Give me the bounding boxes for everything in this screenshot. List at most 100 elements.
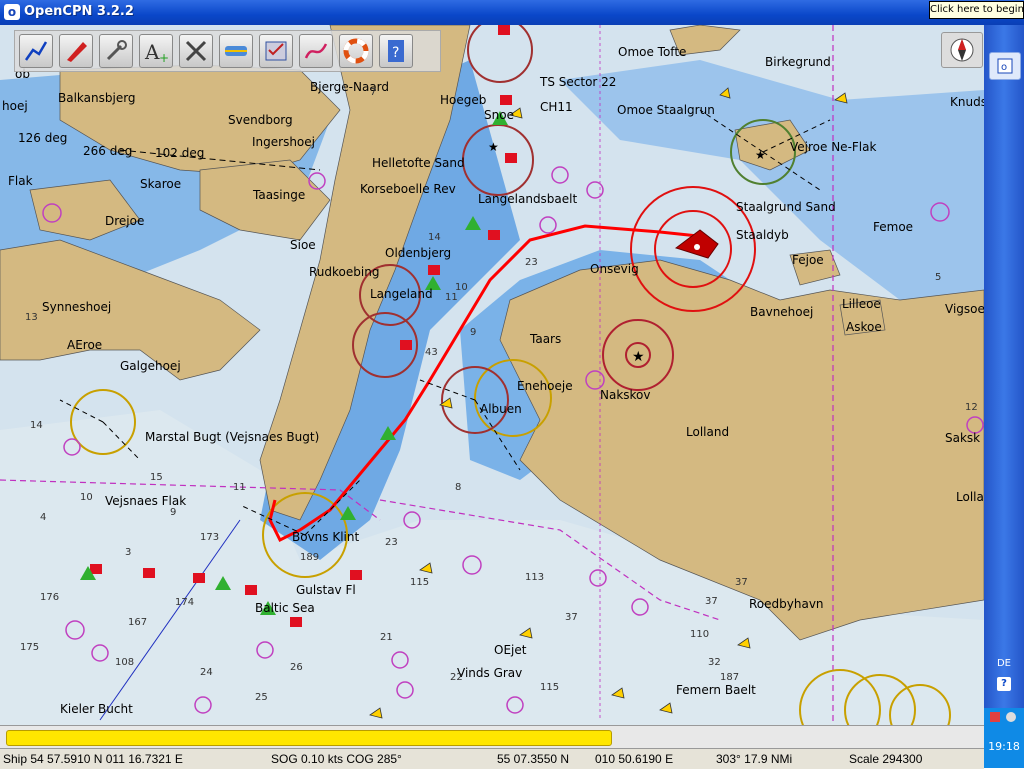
svg-text:9: 9 (470, 327, 476, 338)
svg-text:167: 167 (128, 617, 147, 628)
svg-text:115: 115 (540, 682, 559, 693)
svg-text:189: 189 (300, 552, 319, 563)
place-label: 266 deg (83, 144, 132, 158)
svg-text:11: 11 (445, 292, 458, 303)
mob-button[interactable] (339, 34, 373, 68)
opencpn-taskbar-icon: o (997, 58, 1013, 74)
taskbar-help-icon[interactable]: ? (997, 677, 1011, 691)
place-label: Sioe (290, 238, 316, 252)
text-icon: A + (144, 40, 169, 64)
place-label: Rudkoebing (309, 265, 379, 279)
track-icon (304, 43, 328, 59)
place-label: Birkegrund (765, 55, 831, 69)
svg-text:★: ★ (632, 349, 645, 365)
scale-text: Scale 294300 (849, 752, 923, 766)
place-label: Baltic Sea (255, 601, 315, 615)
svg-text:26: 26 (290, 662, 303, 673)
chart-bar-area (0, 725, 984, 748)
place-label: Skaroe (140, 177, 181, 191)
svg-text:5: 5 (935, 272, 941, 283)
svg-text:115: 115 (410, 577, 429, 588)
tools-button[interactable] (179, 34, 213, 68)
checklist-button[interactable] (259, 34, 293, 68)
place-label: Vinds Grav (457, 666, 522, 680)
window-titlebar[interactable]: o OpenCPN 3.2.2 (0, 0, 1024, 25)
taskbar-clock[interactable]: 19:18 (984, 740, 1024, 753)
svg-text:14: 14 (428, 232, 441, 243)
place-label: hoej (2, 99, 28, 113)
place-label: Hoegeb (440, 93, 486, 107)
help-button[interactable]: ? (379, 34, 413, 68)
place-label: Knuds (950, 95, 984, 109)
svg-text:15: 15 (150, 472, 163, 483)
bearing-distance-text: 303° 17.9 NMi (716, 752, 793, 766)
place-label: Lilleoe (842, 297, 881, 311)
svg-text:108: 108 (115, 657, 134, 668)
track-button[interactable] (299, 34, 333, 68)
place-label: Langelandsbaelt (478, 192, 577, 206)
svg-text:9: 9 (170, 507, 176, 518)
chart-canvas[interactable]: ★★ ★ Balkansbjerg Svendborg Bjerge-Naard… (0, 25, 984, 725)
svg-text:+: + (159, 51, 169, 64)
main-toolbar: A + ? (14, 30, 441, 72)
nautical-chart[interactable]: ★ ★ ★ Balkansbjerg Svendborg Bjerge-Naard… (0, 25, 984, 725)
svg-text:23: 23 (385, 537, 398, 548)
svg-text:★: ★ (488, 140, 499, 154)
text-button[interactable]: A + (139, 34, 173, 68)
svg-text:25: 25 (255, 692, 268, 703)
lifebuoy-icon (343, 38, 369, 64)
tools-icon (185, 40, 207, 62)
chart-bar-fill[interactable] (6, 730, 612, 746)
app-icon[interactable]: o (4, 4, 20, 20)
place-label: AEroe (67, 338, 102, 352)
cursor-lon-text: 010 50.6190 E (595, 752, 674, 766)
place-label: Oldenbjerg (385, 246, 451, 260)
route-icon (24, 41, 48, 61)
ais-button[interactable] (219, 34, 253, 68)
svg-text:37: 37 (705, 596, 718, 607)
svg-text:187: 187 (720, 672, 739, 683)
svg-text:113: 113 (525, 572, 544, 583)
place-label: Staaldyb (736, 228, 789, 242)
svg-text:?: ? (392, 45, 399, 61)
place-label: Saksk (945, 431, 980, 445)
place-label: Bavnehoej (750, 305, 813, 319)
svg-text:22: 22 (450, 672, 463, 683)
sog-cog-text: SOG 0.10 kts COG 285° (271, 752, 402, 766)
svg-text:23: 23 (525, 257, 538, 268)
place-label: Ingershoej (252, 135, 315, 149)
svg-text:37: 37 (735, 577, 748, 588)
tray-icons (990, 712, 1016, 722)
place-label: TS Sector 22 (539, 75, 616, 89)
place-label: Lolland (686, 425, 729, 439)
place-label: Marstal Bugt (Vejsnaes Bugt) (145, 430, 319, 444)
place-label: Kieler Bucht (60, 702, 133, 716)
svg-text:10: 10 (455, 282, 468, 293)
language-indicator[interactable]: DE (984, 655, 1024, 673)
svg-text:176: 176 (40, 592, 59, 603)
place-label: Flak (8, 174, 33, 188)
route-button[interactable] (19, 34, 53, 68)
svg-text:173: 173 (200, 532, 219, 543)
svg-text:4: 4 (40, 512, 46, 523)
cursor-lat-text: 55 07.3550 N (497, 752, 570, 766)
place-label: Fejoe (792, 253, 824, 267)
ais-icon (225, 46, 247, 56)
place-label: Enehoeje (517, 379, 573, 393)
place-label: Gulstav Fl (296, 583, 356, 597)
place-label: Drejoe (105, 214, 144, 228)
place-label: Askoe (846, 320, 882, 334)
system-tray (984, 708, 1024, 768)
ship-position-text: Ship 54 57.5910 N 011 16.7321 E (3, 752, 183, 766)
settings-button[interactable] (99, 34, 133, 68)
window-title: OpenCPN 3.2.2 (24, 4, 134, 19)
place-label: 126 deg (18, 131, 67, 145)
taskbar-app-button[interactable]: o (989, 52, 1021, 80)
compass-widget[interactable] (941, 32, 983, 68)
place-label: Korseboelle Rev (360, 182, 456, 196)
settings-icon (106, 40, 127, 61)
follow-ship-button[interactable] (59, 34, 93, 68)
svg-text:13: 13 (25, 312, 38, 323)
place-label: Langeland (370, 287, 433, 301)
svg-text:A: A (144, 40, 160, 64)
